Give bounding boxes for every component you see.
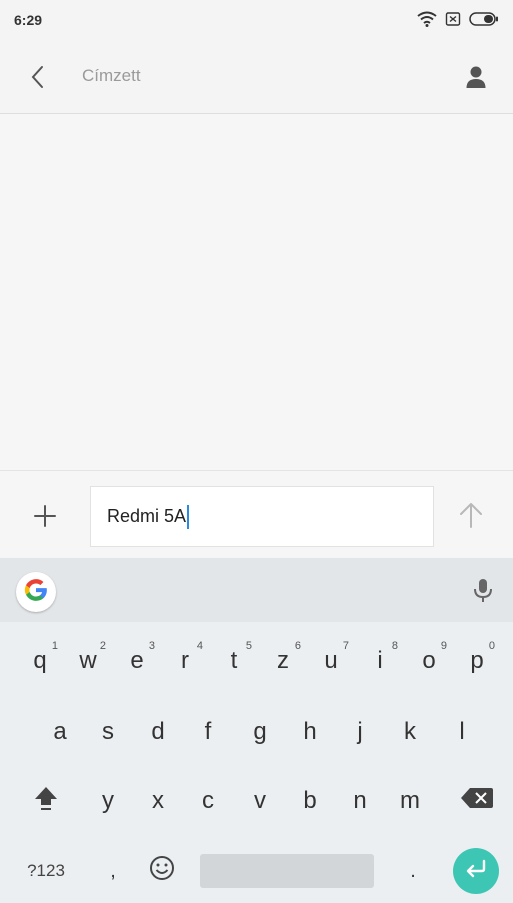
emoji-icon: [148, 854, 176, 889]
header-bar: Címzett: [0, 40, 513, 114]
keyboard-row-4: ?123 , .: [0, 842, 513, 900]
key-k[interactable]: k: [386, 703, 434, 761]
message-input[interactable]: Redmi 5A: [90, 486, 434, 547]
key-x[interactable]: x: [134, 772, 182, 830]
status-icons: [417, 11, 499, 32]
keyboard-row-3: y x c v b n m: [0, 772, 513, 830]
compose-bar: Redmi 5A: [0, 470, 513, 558]
status-bar: 6:29: [0, 0, 513, 40]
plus-icon: [30, 505, 60, 535]
sim-off-icon: [445, 11, 461, 32]
google-g-icon: [23, 577, 49, 608]
key-r[interactable]: r4: [161, 632, 209, 690]
key-g[interactable]: g: [236, 703, 284, 761]
key-t[interactable]: t5: [210, 632, 258, 690]
comma-key[interactable]: ,: [90, 842, 136, 900]
contacts-button[interactable]: [461, 62, 491, 92]
key-z[interactable]: z6: [259, 632, 307, 690]
person-icon: [461, 66, 491, 96]
google-button[interactable]: [16, 572, 56, 612]
key-f[interactable]: f: [184, 703, 232, 761]
shift-icon: [32, 784, 60, 819]
key-i[interactable]: i8: [356, 632, 404, 690]
backspace-icon: [460, 786, 494, 817]
key-v[interactable]: v: [236, 772, 284, 830]
microphone-icon: [469, 579, 497, 608]
key-b[interactable]: b: [286, 772, 334, 830]
key-l[interactable]: l: [438, 703, 486, 761]
key-a[interactable]: a: [36, 703, 84, 761]
enter-key[interactable]: [453, 848, 499, 894]
messaging-screen: 6:29 Címzett Redmi 5A q 1 w 2 e 3 r 4 t …: [0, 0, 513, 903]
key-o[interactable]: o9: [405, 632, 453, 690]
recipient-field[interactable]: Címzett: [82, 66, 141, 86]
key-d[interactable]: d: [134, 703, 182, 761]
wifi-icon: [417, 11, 437, 32]
backspace-key[interactable]: [452, 772, 502, 830]
space-key[interactable]: [200, 854, 374, 888]
key-c[interactable]: c: [184, 772, 232, 830]
status-time: 6:29: [14, 12, 43, 28]
keyboard-suggestion-bar: [0, 558, 513, 622]
key-p[interactable]: p0: [453, 632, 501, 690]
key-h[interactable]: h: [286, 703, 334, 761]
back-button[interactable]: [24, 62, 54, 92]
arrow-up-icon: [455, 503, 487, 535]
key-w[interactable]: w2: [64, 632, 112, 690]
key-j[interactable]: j: [336, 703, 384, 761]
period-key[interactable]: .: [390, 842, 436, 900]
chevron-left-icon: [24, 66, 54, 96]
key-u[interactable]: u7: [307, 632, 355, 690]
keyboard-row-2: a s d f g h j k l: [0, 703, 513, 761]
send-button[interactable]: [455, 499, 487, 531]
message-thread-area: [0, 115, 513, 470]
text-cursor: [187, 504, 190, 529]
enter-icon: [463, 856, 489, 887]
key-n[interactable]: n: [336, 772, 384, 830]
shift-key[interactable]: [22, 772, 70, 830]
message-input-text: Redmi 5A: [107, 506, 187, 526]
battery-icon: [469, 12, 499, 31]
add-attachment-button[interactable]: [30, 501, 60, 531]
voice-input-button[interactable]: [469, 576, 497, 604]
key-m[interactable]: m: [386, 772, 434, 830]
key-y[interactable]: y: [84, 772, 132, 830]
key-e[interactable]: e3: [113, 632, 161, 690]
emoji-key[interactable]: [138, 842, 186, 900]
keyboard-row-1: q1 w2 e3 r4 t5 z6 u7 i8 o9 p0: [0, 632, 513, 690]
key-q[interactable]: q1: [16, 632, 64, 690]
key-s[interactable]: s: [84, 703, 132, 761]
symbols-key[interactable]: ?123: [10, 842, 82, 900]
keyboard: q1 w2 e3 r4 t5 z6 u7 i8 o9 p0 a s d f g …: [0, 558, 513, 903]
